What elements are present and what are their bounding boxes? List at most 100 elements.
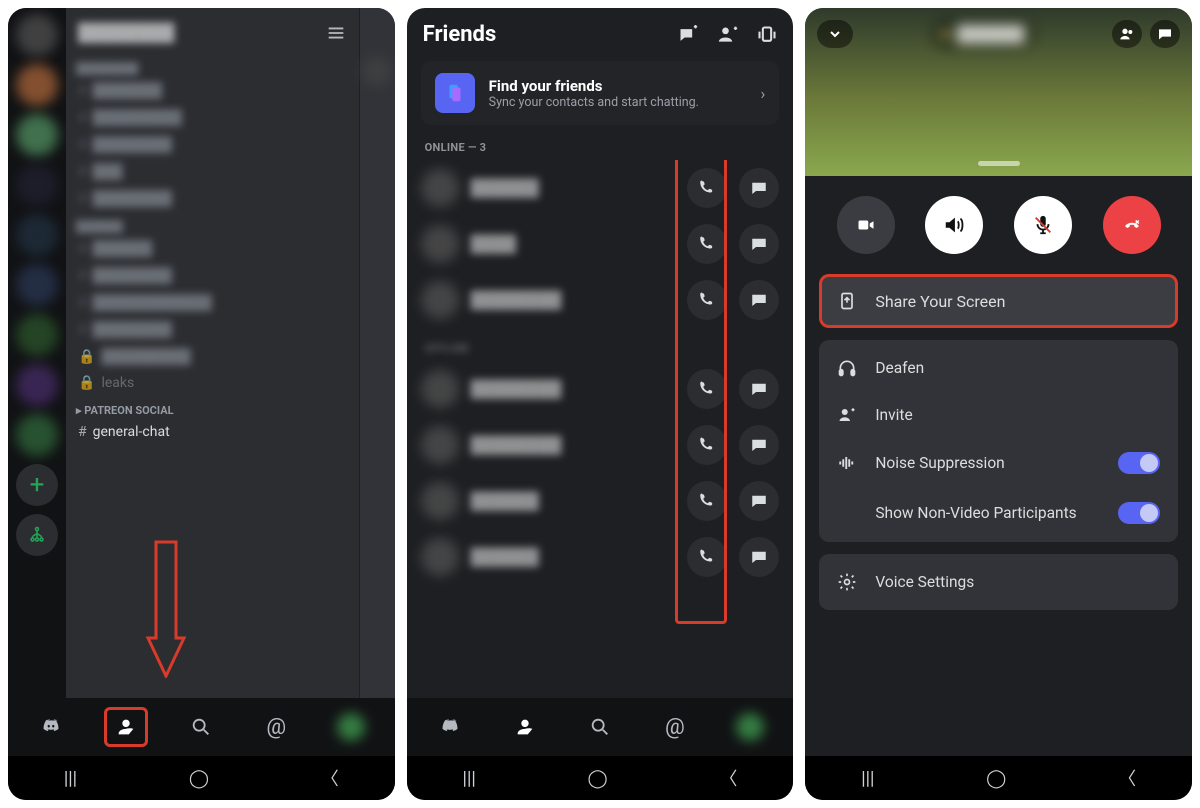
friend-row[interactable]: ████████ [407,272,794,328]
add-friend-icon [837,406,857,424]
call-button[interactable] [687,280,727,320]
call-button[interactable] [687,224,727,264]
hangup-button[interactable] [1103,196,1161,254]
friend-row[interactable]: ██████ [407,529,794,585]
bottom-nav: @ [8,698,395,756]
android-recent-icon[interactable]: ||| [463,768,476,789]
chevron-right-icon: › [761,84,766,103]
nav-friends-icon[interactable] [503,707,547,747]
find-friends-card[interactable]: Find your friends Sync your contacts and… [421,61,780,125]
channel-item[interactable]: #█████████ [76,104,349,131]
android-nav: ||| ◯ 〈 [8,756,395,800]
message-button[interactable] [739,425,779,465]
friend-row[interactable]: ████ [407,216,794,272]
channel-item-locked[interactable]: 🔒 █████████ [76,343,349,370]
android-home-icon[interactable]: ◯ [189,768,209,789]
channel-item[interactable]: #████████ [76,316,349,343]
drag-handle[interactable] [978,161,1020,166]
guild-item[interactable] [16,114,58,156]
share-screen-button[interactable]: Share Your Screen [819,274,1178,328]
hash-icon: # [78,424,87,440]
channel-item[interactable]: # general-chat [76,419,349,445]
message-button[interactable] [739,224,779,264]
guild-item[interactable] [16,364,58,406]
discover-button[interactable] [16,514,58,556]
guild-item[interactable] [16,164,58,206]
nav-mentions-icon[interactable]: @ [653,707,697,747]
speaker-button[interactable] [925,196,983,254]
call-button[interactable] [687,481,727,521]
android-recent-icon[interactable]: ||| [861,768,874,789]
friend-row[interactable]: ██████ [407,160,794,216]
channel-item[interactable]: #████████ [76,185,349,212]
nav-search-icon[interactable] [179,707,223,747]
channel-item[interactable]: #██████ [76,235,349,262]
find-friends-title: Find your friends [489,77,699,95]
guild-item[interactable] [16,264,58,306]
noise-toggle[interactable] [1118,452,1160,474]
offline-header: OFFLINE [407,328,794,361]
android-back-icon[interactable]: 〈 [719,765,737,791]
channel-item[interactable]: #███████ [76,77,349,104]
nav-friends-icon[interactable] [104,707,148,747]
voice-settings-button[interactable]: Voice Settings [819,558,1178,606]
invite-button[interactable]: Invite [819,392,1178,438]
message-button[interactable] [739,168,779,208]
deafen-button[interactable]: Deafen [819,344,1178,392]
guild-item[interactable] [16,414,58,456]
android-back-icon[interactable]: 〈 [1118,765,1136,791]
channel-item-locked[interactable]: 🔒 leaks [76,370,349,396]
new-group-dm-icon[interactable] [757,25,777,45]
android-nav: ||| ◯ 〈 [407,756,794,800]
hamburger-icon[interactable] [325,22,347,44]
chat-icon[interactable] [1150,20,1180,48]
channel-item[interactable]: #████████ [76,131,349,158]
noise-suppression-row[interactable]: Noise Suppression [819,438,1178,488]
members-icon[interactable] [1112,20,1142,48]
bottom-nav: @ [407,698,794,756]
message-button[interactable] [739,369,779,409]
channel-category[interactable]: ▸ PATREON SOCIAL [76,396,349,419]
mute-button[interactable] [1014,196,1072,254]
friend-row[interactable]: ██████ [407,473,794,529]
message-button[interactable] [739,537,779,577]
android-recent-icon[interactable]: ||| [64,768,77,789]
android-home-icon[interactable]: ◯ [986,768,1006,789]
nav-avatar[interactable] [329,707,373,747]
guild-item[interactable] [16,314,58,356]
new-message-icon[interactable] [677,25,699,45]
message-button[interactable] [739,481,779,521]
server-name[interactable]: ████████ [78,23,174,43]
call-button[interactable] [687,369,727,409]
nav-search-icon[interactable] [578,707,622,747]
channel-item[interactable]: #████████ [76,262,349,289]
nonvideo-toggle[interactable] [1118,502,1160,524]
android-back-icon[interactable]: 〈 [321,765,339,791]
friend-row[interactable]: ████████ [407,417,794,473]
channel-item[interactable]: #███ [76,158,349,185]
call-button[interactable] [687,425,727,465]
nav-discord-icon[interactable] [428,707,472,747]
nav-discord-icon[interactable] [29,707,73,747]
guild-item[interactable] [16,214,58,256]
nav-mentions-icon[interactable]: @ [254,707,298,747]
video-button[interactable] [837,196,895,254]
nonvideo-row[interactable]: Show Non-Video Participants [819,488,1178,538]
add-server-button[interactable]: + [16,464,58,506]
channel-category[interactable]: ████████ [76,54,349,77]
pinned-avatar[interactable] [362,56,392,86]
call-button[interactable] [687,168,727,208]
lock-icon: 🔒 [78,375,95,391]
nonvideo-label: Show Non-Video Participants [875,504,1076,522]
android-home-icon[interactable]: ◯ [588,768,608,789]
call-button[interactable] [687,537,727,577]
friend-row[interactable]: ████████ [407,361,794,417]
message-button[interactable] [739,280,779,320]
channel-item[interactable]: #████████████ [76,289,349,316]
minimize-button[interactable] [817,20,853,48]
nav-avatar[interactable] [728,707,772,747]
add-friend-icon[interactable] [717,25,739,45]
guild-item[interactable] [16,14,58,56]
guild-item[interactable] [16,64,58,106]
channel-category[interactable]: ██████ [76,212,349,235]
